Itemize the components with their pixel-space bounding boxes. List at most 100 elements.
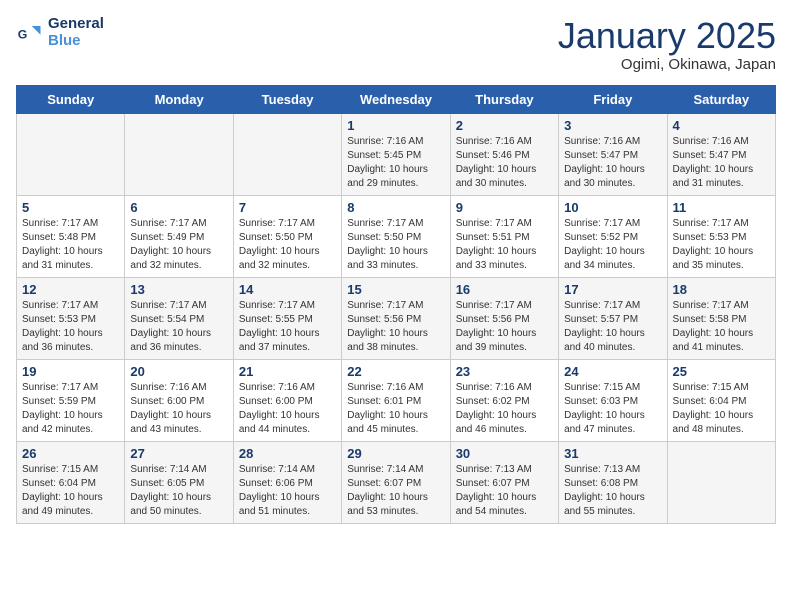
day-info: Sunrise: 7:16 AM Sunset: 6:01 PM Dayligh… [347,381,444,437]
day-number: 11 [673,200,770,215]
day-info: Sunrise: 7:15 AM Sunset: 6:03 PM Dayligh… [564,381,661,437]
page-header: G General Blue January 2025 Ogimi, Okina… [16,16,776,73]
day-number: 24 [564,364,661,379]
calendar-cell: 24 Sunrise: 7:15 AM Sunset: 6:03 PM Dayli… [559,359,667,441]
weekday-header-monday: Monday [125,85,233,113]
day-info: Sunrise: 7:16 AM Sunset: 6:02 PM Dayligh… [456,381,553,437]
calendar-cell [125,113,233,195]
calendar-cell: 18Sunrise: 7:17 AM Sunset: 5:58 PM Dayli… [667,277,775,359]
day-info: Sunrise: 7:13 AM Sunset: 6:07 PM Dayligh… [456,463,553,519]
calendar-cell: 3 Sunrise: 7:16 AM Sunset: 5:47 PM Daylig… [559,113,667,195]
day-number: 27 [130,446,227,461]
day-info: Sunrise: 7:17 AM Sunset: 5:50 PM Dayligh… [239,217,336,273]
day-number: 28 [239,446,336,461]
day-info: Sunrise: 7:16 AM Sunset: 5:47 PM Dayligh… [673,135,770,191]
calendar-cell: 12Sunrise: 7:17 AM Sunset: 5:53 PM Dayli… [17,277,125,359]
calendar-week-row: 12Sunrise: 7:17 AM Sunset: 5:53 PM Dayli… [17,277,776,359]
calendar-cell: 7Sunrise: 7:17 AM Sunset: 5:50 PM Daylig… [233,195,341,277]
day-info: Sunrise: 7:16 AM Sunset: 6:00 PM Dayligh… [130,381,227,437]
day-info: Sunrise: 7:17 AM Sunset: 5:48 PM Dayligh… [22,217,119,273]
day-number: 31 [564,446,661,461]
day-number: 10 [564,200,661,215]
calendar-cell: 25Sunrise: 7:15 AM Sunset: 6:04 PM Dayli… [667,359,775,441]
calendar-cell: 8 Sunrise: 7:17 AM Sunset: 5:50 PM Daylig… [342,195,450,277]
day-number: 25 [673,364,770,379]
calendar-week-row: 26Sunrise: 7:15 AM Sunset: 6:04 PM Dayli… [17,441,776,523]
day-info: Sunrise: 7:16 AM Sunset: 5:46 PM Dayligh… [456,135,553,191]
day-info: Sunrise: 7:14 AM Sunset: 6:06 PM Dayligh… [239,463,336,519]
day-info: Sunrise: 7:16 AM Sunset: 5:47 PM Dayligh… [564,135,661,191]
calendar-cell: 30 Sunrise: 7:13 AM Sunset: 6:07 PM Dayli… [450,441,558,523]
calendar-subtitle: Ogimi, Okinawa, Japan [558,56,776,73]
day-info: Sunrise: 7:16 AM Sunset: 6:00 PM Dayligh… [239,381,336,437]
calendar-cell [667,441,775,523]
day-number: 30 [456,446,553,461]
day-info: Sunrise: 7:14 AM Sunset: 6:07 PM Dayligh… [347,463,444,519]
calendar-cell: 17Sunrise: 7:17 AM Sunset: 5:57 PM Dayli… [559,277,667,359]
day-info: Sunrise: 7:16 AM Sunset: 5:45 PM Dayligh… [347,135,444,191]
calendar-cell: 1 Sunrise: 7:16 AM Sunset: 5:45 PM Daylig… [342,113,450,195]
calendar-cell: 16Sunrise: 7:17 AM Sunset: 5:56 PM Dayli… [450,277,558,359]
calendar-cell: 28 Sunrise: 7:14 AM Sunset: 6:06 PM Dayli… [233,441,341,523]
calendar-cell: 9 Sunrise: 7:17 AM Sunset: 5:51 PM Daylig… [450,195,558,277]
calendar-cell [17,113,125,195]
logo-line1: General [48,16,104,33]
day-info: Sunrise: 7:17 AM Sunset: 5:49 PM Dayligh… [130,217,227,273]
calendar-cell: 5 Sunrise: 7:17 AM Sunset: 5:48 PM Daylig… [17,195,125,277]
day-number: 22 [347,364,444,379]
calendar-cell: 26Sunrise: 7:15 AM Sunset: 6:04 PM Dayli… [17,441,125,523]
calendar-cell: 31Sunrise: 7:13 AM Sunset: 6:08 PM Dayli… [559,441,667,523]
weekday-header-thursday: Thursday [450,85,558,113]
day-info: Sunrise: 7:17 AM Sunset: 5:58 PM Dayligh… [673,299,770,355]
day-info: Sunrise: 7:17 AM Sunset: 5:54 PM Dayligh… [130,299,227,355]
day-info: Sunrise: 7:17 AM Sunset: 5:53 PM Dayligh… [673,217,770,273]
calendar-table: SundayMondayTuesdayWednesdayThursdayFrid… [16,85,776,524]
calendar-cell: 22 Sunrise: 7:16 AM Sunset: 6:01 PM Dayli… [342,359,450,441]
day-info: Sunrise: 7:14 AM Sunset: 6:05 PM Dayligh… [130,463,227,519]
day-number: 9 [456,200,553,215]
day-number: 5 [22,200,119,215]
day-number: 21 [239,364,336,379]
weekday-header-saturday: Saturday [667,85,775,113]
calendar-cell: 11 Sunrise: 7:17 AM Sunset: 5:53 PM Dayli… [667,195,775,277]
day-info: Sunrise: 7:17 AM Sunset: 5:50 PM Dayligh… [347,217,444,273]
day-number: 1 [347,118,444,133]
calendar-cell: 19Sunrise: 7:17 AM Sunset: 5:59 PM Dayli… [17,359,125,441]
calendar-cell: 14Sunrise: 7:17 AM Sunset: 5:55 PM Dayli… [233,277,341,359]
calendar-week-row: 1 Sunrise: 7:16 AM Sunset: 5:45 PM Daylig… [17,113,776,195]
weekday-header-row: SundayMondayTuesdayWednesdayThursdayFrid… [17,85,776,113]
weekday-header-friday: Friday [559,85,667,113]
day-number: 15 [347,282,444,297]
title-block: January 2025 Ogimi, Okinawa, Japan [558,16,776,73]
day-info: Sunrise: 7:17 AM Sunset: 5:55 PM Dayligh… [239,299,336,355]
calendar-week-row: 19Sunrise: 7:17 AM Sunset: 5:59 PM Dayli… [17,359,776,441]
svg-text:G: G [18,27,28,41]
logo-icon: G [16,19,44,47]
calendar-cell: 29Sunrise: 7:14 AM Sunset: 6:07 PM Dayli… [342,441,450,523]
day-number: 13 [130,282,227,297]
calendar-title: January 2025 [558,16,776,56]
calendar-cell: 20 Sunrise: 7:16 AM Sunset: 6:00 PM Dayli… [125,359,233,441]
day-number: 23 [456,364,553,379]
day-info: Sunrise: 7:17 AM Sunset: 5:53 PM Dayligh… [22,299,119,355]
day-info: Sunrise: 7:15 AM Sunset: 6:04 PM Dayligh… [22,463,119,519]
day-number: 8 [347,200,444,215]
day-info: Sunrise: 7:17 AM Sunset: 5:56 PM Dayligh… [347,299,444,355]
day-info: Sunrise: 7:17 AM Sunset: 5:51 PM Dayligh… [456,217,553,273]
day-number: 2 [456,118,553,133]
calendar-week-row: 5 Sunrise: 7:17 AM Sunset: 5:48 PM Daylig… [17,195,776,277]
weekday-header-sunday: Sunday [17,85,125,113]
day-number: 6 [130,200,227,215]
calendar-cell: 23 Sunrise: 7:16 AM Sunset: 6:02 PM Dayli… [450,359,558,441]
calendar-cell: 6 Sunrise: 7:17 AM Sunset: 5:49 PM Daylig… [125,195,233,277]
calendar-cell [233,113,341,195]
calendar-cell: 10 Sunrise: 7:17 AM Sunset: 5:52 PM Dayli… [559,195,667,277]
day-number: 3 [564,118,661,133]
day-info: Sunrise: 7:17 AM Sunset: 5:52 PM Dayligh… [564,217,661,273]
calendar-cell: 21 Sunrise: 7:16 AM Sunset: 6:00 PM Dayli… [233,359,341,441]
day-number: 19 [22,364,119,379]
calendar-cell: 27 Sunrise: 7:14 AM Sunset: 6:05 PM Dayli… [125,441,233,523]
day-number: 4 [673,118,770,133]
day-number: 20 [130,364,227,379]
day-number: 17 [564,282,661,297]
